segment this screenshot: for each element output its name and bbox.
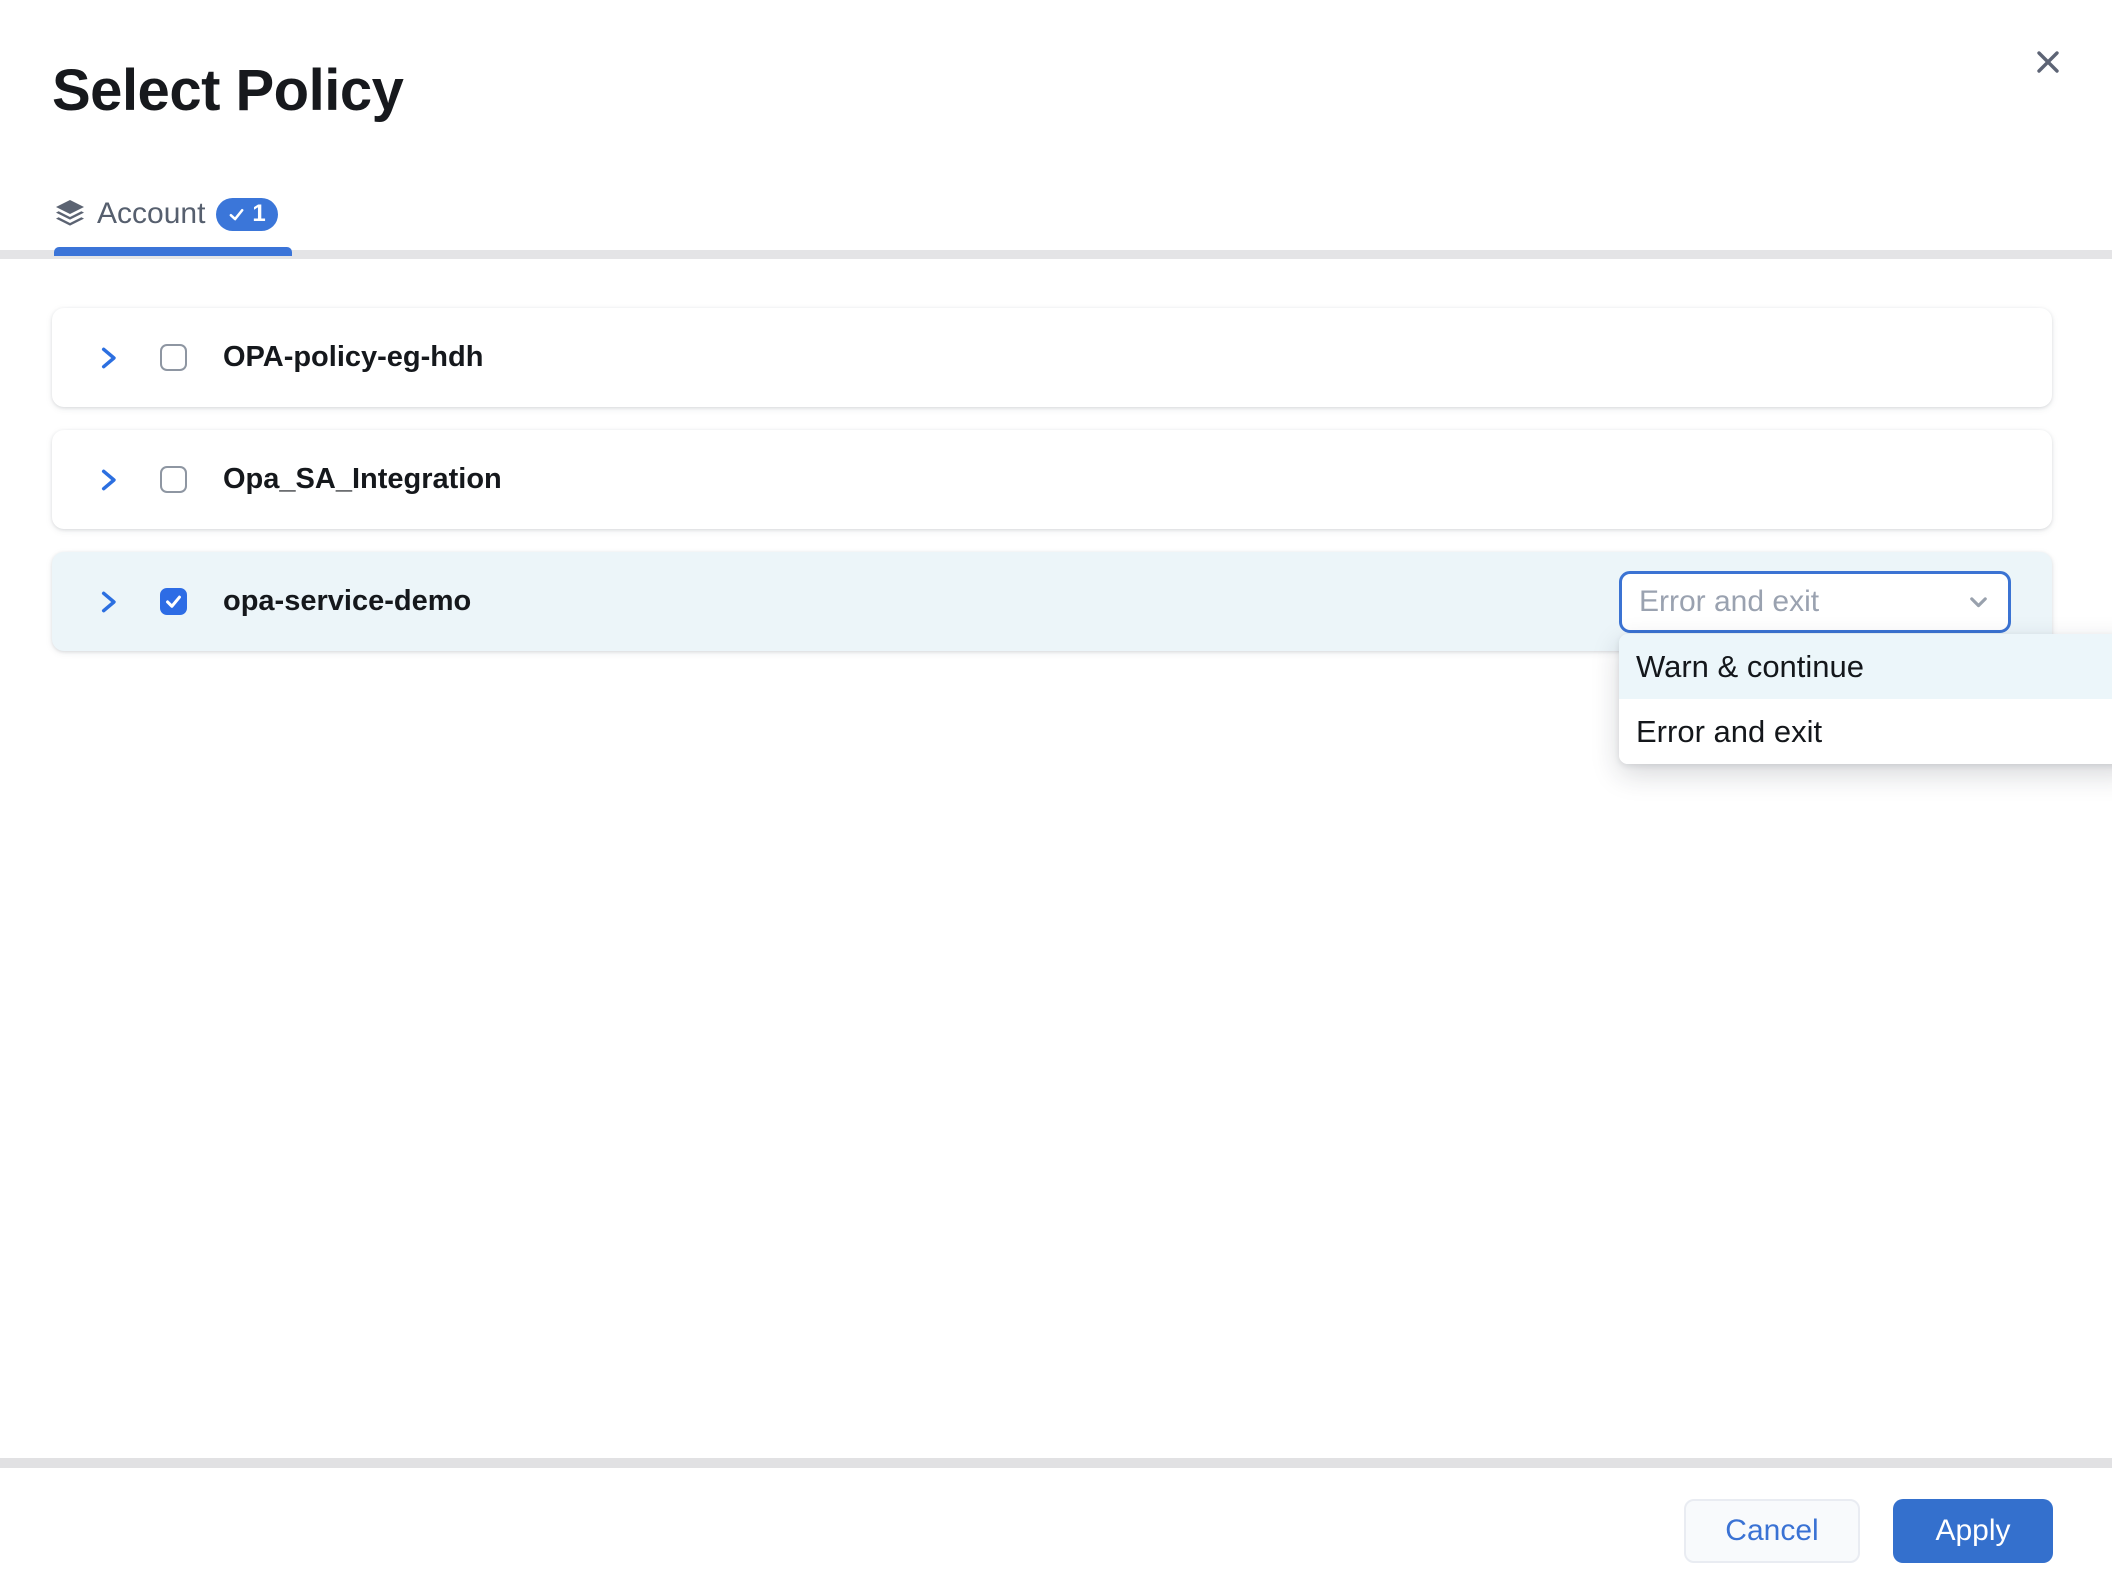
checkmark-icon: [164, 592, 183, 611]
badge-count: 1: [252, 200, 265, 228]
action-dropdown-menu: Warn & continue Error and exit: [1619, 634, 2112, 764]
tab-account[interactable]: Account 1: [54, 192, 278, 236]
selected-count-badge: 1: [216, 198, 277, 231]
policy-row-opa-policy-eg-hdh: OPA-policy-eg-hdh: [52, 308, 2052, 407]
page-title: Select Policy: [52, 56, 403, 126]
action-select[interactable]: Error and exit: [1619, 571, 2011, 633]
chevron-right-icon[interactable]: [95, 467, 121, 493]
policy-list: OPA-policy-eg-hdh Opa_SA_Integration: [52, 308, 2052, 674]
layers-icon: [54, 197, 86, 231]
check-icon: [228, 206, 245, 223]
policy-name: OPA-policy-eg-hdh: [223, 341, 483, 374]
apply-button[interactable]: Apply: [1893, 1499, 2053, 1563]
active-tab-indicator: [54, 247, 292, 256]
cancel-button[interactable]: Cancel: [1684, 1499, 1860, 1563]
menu-option-error-exit[interactable]: Error and exit: [1619, 699, 2112, 764]
close-icon: [2031, 45, 2065, 79]
chevron-right-icon[interactable]: [95, 345, 121, 371]
policy-checkbox[interactable]: [160, 344, 187, 371]
footer-divider: [0, 1458, 2112, 1468]
action-select-value: Error and exit: [1639, 585, 1819, 619]
select-policy-modal: Select Policy Account 1: [0, 0, 2112, 1580]
chevron-right-icon[interactable]: [95, 589, 121, 615]
tab-divider: [0, 250, 2112, 259]
menu-option-warn-continue[interactable]: Warn & continue: [1619, 634, 2112, 699]
policy-checkbox[interactable]: [160, 466, 187, 493]
policy-name: opa-service-demo: [223, 585, 471, 618]
chevron-down-icon: [1965, 589, 1992, 616]
close-button[interactable]: [2028, 42, 2068, 82]
policy-checkbox-checked[interactable]: [160, 588, 187, 615]
policy-row-opa-sa-integration: Opa_SA_Integration: [52, 430, 2052, 529]
policy-name: Opa_SA_Integration: [223, 463, 502, 496]
tab-label: Account: [97, 197, 205, 231]
